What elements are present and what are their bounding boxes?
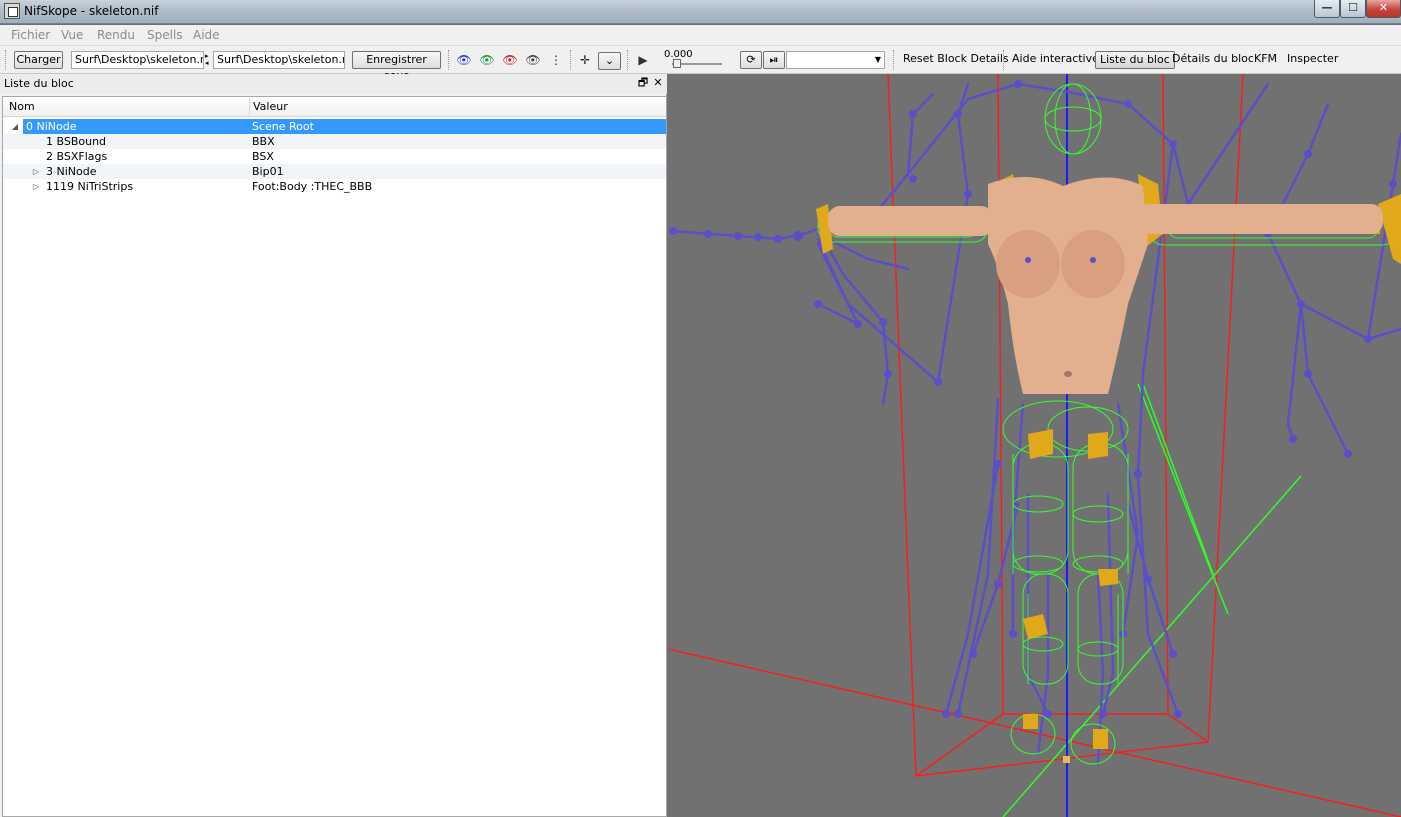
tree-row-value: Scene Root [252,120,314,133]
toolbar-separator [893,50,894,70]
swap-arrows-icon[interactable]: ▸ ◂ [205,53,209,67]
tree-row[interactable]: 2 BSXFlags BSX [3,149,666,164]
loop-icon[interactable]: ⟳ [740,51,762,69]
animation-select[interactable]: ▼ [786,51,885,69]
dock-title-bar: Liste du bloc 🗗 ✕ [0,74,667,94]
maximize-button[interactable]: ☐ [1340,0,1366,18]
origin-marker [1063,756,1070,763]
expanded-arrow-icon[interactable]: ◢ [10,119,20,134]
toolbar-separator [570,50,571,70]
save-path-field[interactable]: Surf\Desktop\skeleton.nif [213,51,345,69]
switch-animation-icon[interactable]: ⏯ [763,51,785,69]
toolbar-separator [627,50,628,70]
block-list-dock: Liste du bloc 🗗 ✕ Nom Valeur ◢ 0 NiNode … [0,74,667,817]
view-dropdown-button[interactable]: ⌄ [598,52,621,70]
close-window-button[interactable]: ✕ [1366,0,1401,18]
collapsed-arrow-icon[interactable]: ▷ [31,179,41,194]
app-icon [4,3,20,19]
tree-row-value: Bip01 [252,165,284,178]
view-blue-eye-icon[interactable]: 👁 [455,52,473,68]
menu-vue[interactable]: Vue [61,28,83,42]
block-list-toggle[interactable]: Liste du bloc [1095,51,1175,69]
toolbar-separator [5,50,6,70]
tree-row[interactable]: ◢ 0 NiNode Scene Root [3,119,666,134]
kfm-toggle[interactable]: KFM [1254,52,1277,65]
tree-row-name: 0 NiNode [26,120,77,133]
toolbar-separator [1003,50,1004,70]
3d-viewport[interactable] [668,74,1401,817]
close-dock-icon[interactable]: ✕ [651,76,665,90]
tree-row-name: 2 BSXFlags [46,150,108,163]
tree-row-name: 3 NiNode [46,165,97,178]
view-gray-eye-icon[interactable]: 👁 [524,52,542,68]
load-path-field[interactable]: Surf\Desktop\skeleton.nif [71,51,204,69]
footprints-icon[interactable]: ⋮ [547,52,565,68]
toolbar: Charger Surf\Desktop\skeleton.nif ▸ ◂ Sur… [0,46,1401,82]
menu-bar: Fichier Vue Rendu Spells Aide [0,25,1401,46]
menu-rendu[interactable]: Rendu [97,28,135,42]
block-tree[interactable]: Nom Valeur ◢ 0 NiNode Scene Root 1 BSBou… [2,96,667,817]
tree-header: Nom Valeur [3,97,666,117]
interactive-help-link[interactable]: Aide interactive [1012,52,1099,65]
tree-row[interactable]: ▷ 3 NiNode Bip01 [3,164,666,179]
save-as-button[interactable]: Enregistrer sous [352,51,441,82]
tree-row-value: BBX [252,135,275,148]
collapsed-arrow-icon[interactable]: ▷ [31,164,41,179]
move-axes-icon[interactable]: ✛ [576,52,594,68]
minimize-button[interactable]: — [1314,0,1340,18]
window-title: NifSkope - skeleton.nif [24,4,159,18]
view-red-eye-icon[interactable]: 👁 [501,52,519,68]
block-details-toggle[interactable]: Détails du bloc [1172,52,1254,65]
chevron-down-icon: ▼ [874,55,881,64]
float-dock-icon[interactable]: 🗗 [636,76,650,90]
view-green-eye-icon[interactable]: 👁 [478,52,496,68]
column-header-value[interactable]: Valeur [253,100,288,113]
tree-row-value: Foot:Body :THEC_BBB [252,180,373,193]
torso-mesh [828,176,1383,394]
viewport-render [668,74,1401,817]
tree-row-value: BSX [252,150,274,163]
column-header-name[interactable]: Nom [9,100,35,113]
inspect-toggle[interactable]: Inspecter [1287,52,1338,65]
time-slider-handle[interactable] [673,59,681,68]
tree-row-name: 1119 NiTriStrips [46,180,134,193]
title-bar: NifSkope - skeleton.nif — ☐ ✕ [0,0,1401,24]
play-icon[interactable]: ▶ [634,52,652,68]
tree-row[interactable]: ▷ 1119 NiTriStrips Foot:Body :THEC_BBB [3,179,666,194]
menu-fichier[interactable]: Fichier [11,28,50,42]
tree-row[interactable]: 1 BSBound BBX [3,134,666,149]
menu-spells[interactable]: Spells [147,28,183,42]
selection-highlight [23,119,666,134]
dock-title: Liste du bloc [4,77,74,90]
tree-row-name: 1 BSBound [46,135,107,148]
column-divider[interactable] [249,99,250,115]
toolbar-separator [448,50,449,70]
reset-block-details-link[interactable]: Reset Block Details [903,52,1009,65]
load-button[interactable]: Charger [14,51,63,69]
menu-aide[interactable]: Aide [193,28,220,42]
